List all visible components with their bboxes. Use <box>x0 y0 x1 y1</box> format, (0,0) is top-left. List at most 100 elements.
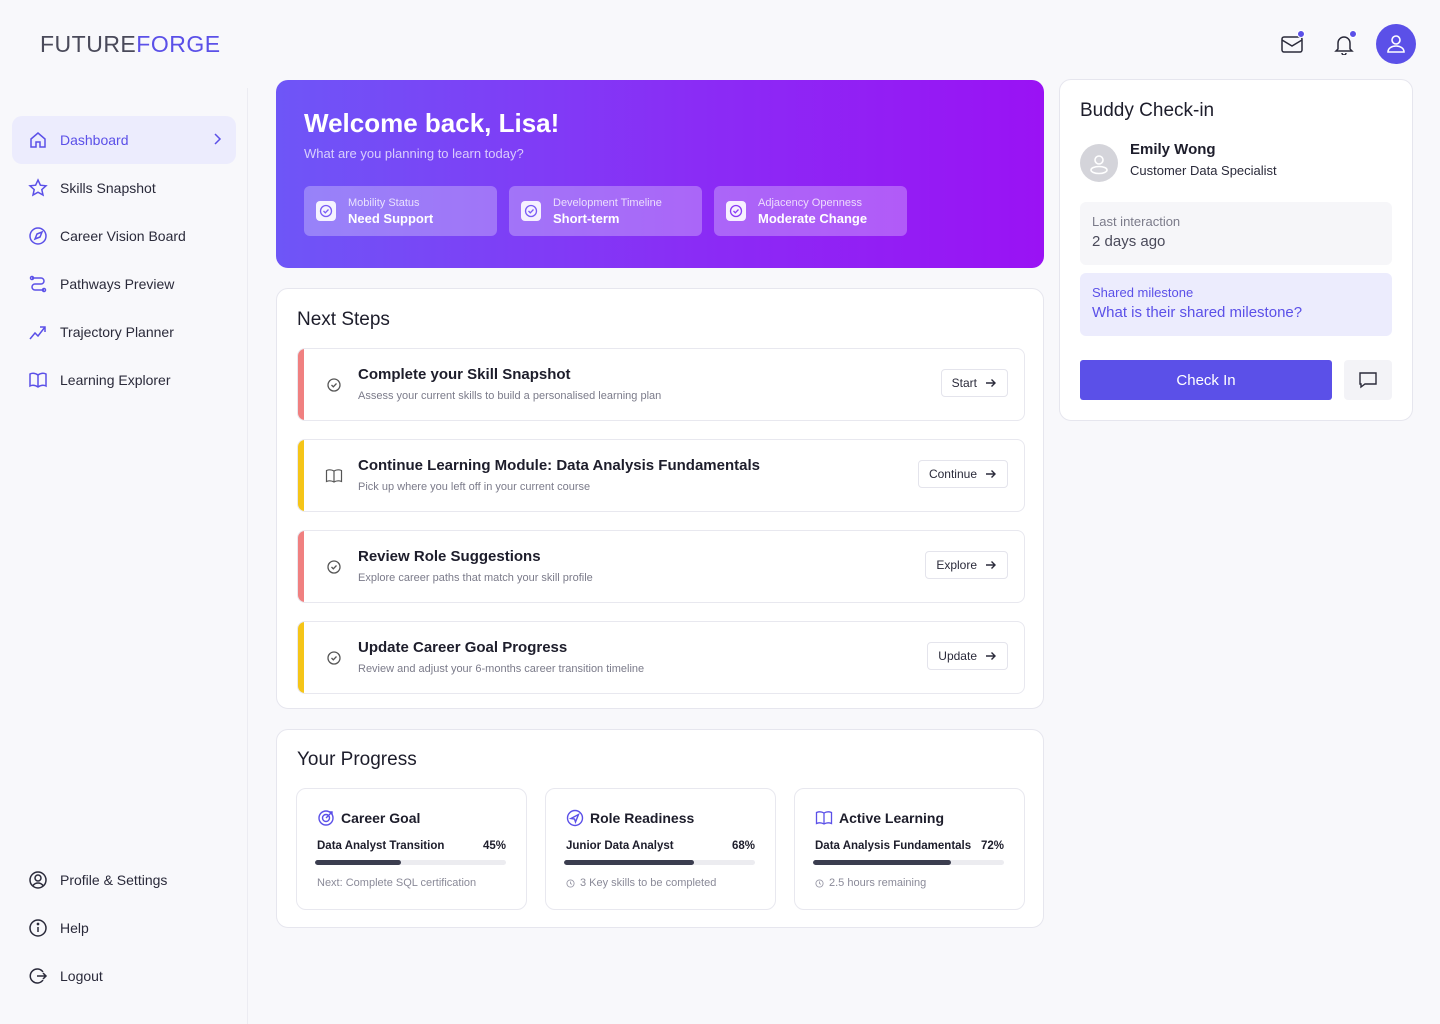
shared-milestone-box[interactable]: Shared milestone What is their shared mi… <box>1080 273 1392 336</box>
check-circle-icon <box>324 375 344 395</box>
progress-percent: 72% <box>980 840 1004 852</box>
sidebar-item-pathways-preview[interactable]: Pathways Preview <box>12 260 236 308</box>
progress-title: Your Progress <box>297 749 417 770</box>
welcome-subtitle: What are you planning to learn today? <box>304 146 524 161</box>
mobility-status-chip[interactable]: Mobility Status Need Support <box>304 186 497 236</box>
progress-percent: 45% <box>482 840 506 852</box>
buddy-name: Emily Wong <box>1130 141 1216 158</box>
brand-part-2: FORGE <box>136 31 221 57</box>
chip-label: Adjacency Openness <box>758 196 862 209</box>
progress-fill <box>315 860 401 865</box>
navigation-icon <box>566 809 584 827</box>
chevron-right-icon <box>212 131 222 150</box>
button-label: Update <box>938 649 977 663</box>
notifications-button[interactable] <box>1328 28 1360 60</box>
buddy-title: Buddy Check-in <box>1080 100 1215 121</box>
avatar <box>1080 144 1118 182</box>
next-step-item: Continue Learning Module: Data Analysis … <box>297 439 1025 512</box>
sidebar-item-logout[interactable]: Logout <box>12 952 236 1000</box>
star-icon <box>28 178 48 198</box>
adjacency-openness-chip[interactable]: Adjacency Openness Moderate Change <box>714 186 907 236</box>
chip-value: Moderate Change <box>758 210 868 226</box>
update-button[interactable]: Update <box>927 642 1008 670</box>
step-title: Continue Learning Module: Data Analysis … <box>358 457 760 474</box>
check-circle-icon <box>324 557 344 577</box>
chat-icon <box>1359 372 1377 389</box>
sidebar-item-label: Learning Explorer <box>60 372 171 388</box>
development-timeline-chip[interactable]: Development Timeline Short-term <box>509 186 702 236</box>
shared-milestone-value: What is their shared milestone? <box>1092 304 1303 321</box>
step-description: Pick up where you left off in your curre… <box>358 481 591 493</box>
arrow-right-icon <box>985 650 997 662</box>
home-icon <box>28 130 48 150</box>
step-priority-bar <box>298 531 304 602</box>
sidebar-item-learning-explorer[interactable]: Learning Explorer <box>12 356 236 404</box>
step-priority-bar <box>298 622 304 693</box>
sidebar-item-trajectory-planner[interactable]: Trajectory Planner <box>12 308 236 356</box>
logout-icon <box>28 966 48 986</box>
route-icon <box>28 274 48 294</box>
next-step-item: Review Role Suggestions Explore career p… <box>297 530 1025 603</box>
last-interaction-value: 2 days ago <box>1092 233 1166 250</box>
check-circle-icon <box>316 201 336 221</box>
brand-logo[interactable]: FUTUREFORGE <box>40 31 221 58</box>
check-circle-icon <box>521 201 541 221</box>
progress-card-career-goal[interactable]: Career Goal Data Analyst Transition 45% … <box>296 788 527 910</box>
progress-label: Data Analyst Transition <box>317 840 445 852</box>
step-priority-bar <box>298 349 304 420</box>
sidebar-item-dashboard[interactable]: Dashboard <box>12 116 236 164</box>
check-circle-icon <box>726 201 746 221</box>
continue-button[interactable]: Continue <box>917 460 1008 488</box>
step-title: Complete your Skill Snapshot <box>358 366 571 383</box>
sidebar-item-skills-snapshot[interactable]: Skills Snapshot <box>12 164 236 212</box>
clock-icon <box>815 878 824 888</box>
buddy-role: Customer Data Specialist <box>1130 163 1277 178</box>
button-label: Start <box>951 376 977 390</box>
chip-value: Need Support <box>348 210 434 226</box>
shared-milestone-label: Shared milestone <box>1092 285 1194 300</box>
progress-label: Junior Data Analyst <box>566 840 674 852</box>
progress-bar <box>564 860 755 865</box>
mail-badge <box>1297 30 1305 38</box>
chip-label: Development Timeline <box>553 196 662 209</box>
check-circle-icon <box>324 648 344 668</box>
explore-button[interactable]: Explore <box>925 551 1008 579</box>
progress-note: 3 Key skills to be completed <box>566 877 716 889</box>
buddy-checkin-card: Buddy Check-in Emily Wong Customer Data … <box>1059 79 1413 421</box>
chat-button[interactable] <box>1344 360 1392 400</box>
next-step-item: Complete your Skill Snapshot Assess your… <box>297 348 1025 421</box>
notification-badge <box>1349 30 1357 38</box>
welcome-banner: Welcome back, Lisa! What are you plannin… <box>276 80 1044 268</box>
sidebar-item-profile-settings[interactable]: Profile & Settings <box>12 856 236 904</box>
sidebar: Dashboard Skills Snapshot Career Vision … <box>0 88 248 1024</box>
mail-button[interactable] <box>1276 28 1308 60</box>
sidebar-item-help[interactable]: Help <box>12 904 236 952</box>
progress-card-active-learning[interactable]: Active Learning Data Analysis Fundamenta… <box>794 788 1025 910</box>
check-in-button[interactable]: Check In <box>1080 360 1332 400</box>
trend-icon <box>28 322 48 342</box>
step-description: Review and adjust your 6-months career t… <box>358 663 645 675</box>
start-button[interactable]: Start <box>940 369 1008 397</box>
sidebar-item-career-vision-board[interactable]: Career Vision Board <box>12 212 236 260</box>
sidebar-item-label: Career Vision Board <box>60 228 186 244</box>
user-icon <box>1090 155 1108 175</box>
next-steps-card: Next Steps Complete your Skill Snapshot … <box>276 288 1044 709</box>
next-step-item: Update Career Goal Progress Review and a… <box>297 621 1025 694</box>
progress-note-text: 3 Key skills to be completed <box>580 877 717 889</box>
welcome-title: Welcome back, Lisa! <box>304 108 560 138</box>
arrow-right-icon <box>985 559 997 571</box>
info-icon <box>28 918 48 938</box>
step-description: Explore career paths that match your ski… <box>358 572 593 584</box>
progress-heading: Role Readiness <box>590 810 695 826</box>
progress-card-role-readiness[interactable]: Role Readiness Junior Data Analyst 68% 3… <box>545 788 776 910</box>
last-interaction-label: Last interaction <box>1092 214 1181 229</box>
progress-note-text: 2.5 hours remaining <box>829 877 927 889</box>
step-title: Update Career Goal Progress <box>358 639 568 656</box>
progress-heading: Active Learning <box>839 810 945 826</box>
user-avatar-button[interactable] <box>1376 24 1416 64</box>
sidebar-item-label: Skills Snapshot <box>60 180 156 196</box>
progress-note-text: Next: Complete SQL certification <box>317 877 477 889</box>
progress-note: 2.5 hours remaining <box>815 877 926 889</box>
sidebar-item-label: Help <box>60 920 89 936</box>
book-icon <box>815 809 833 827</box>
